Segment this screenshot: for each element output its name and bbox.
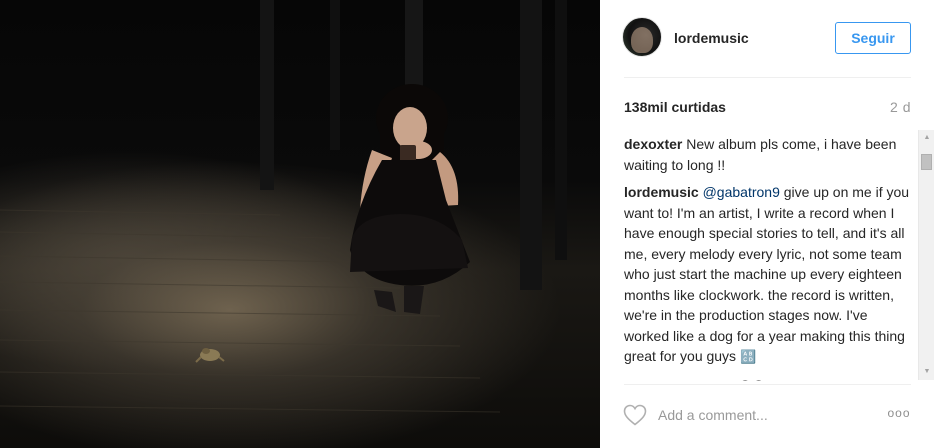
comment-item: lordemusic @gabatron9 give up on me if y… [624, 182, 912, 369]
photo-illustration [0, 0, 567, 413]
comment-username[interactable]: dexoxter [624, 136, 682, 152]
divider [624, 384, 911, 385]
comment-text: give up on me if you want to! I'm an art… [624, 184, 910, 364]
divider [624, 77, 911, 78]
add-comment-input[interactable] [658, 404, 878, 426]
more-options-icon[interactable]: ooo [886, 406, 912, 424]
comments-scrollbar[interactable]: ▲ ▼ [918, 130, 934, 380]
comment-username[interactable]: lordemusic [624, 184, 699, 200]
post-side-panel: lordemusic Seguir 138mil curtidas 2 d de… [600, 0, 935, 448]
likes-count[interactable]: 138mil curtidas [624, 99, 726, 115]
post-photo[interactable] [0, 0, 600, 448]
follow-button[interactable]: Seguir [835, 22, 911, 54]
avatar[interactable] [622, 17, 662, 57]
comment-item: lpaolahernandez 😍😍 [624, 376, 912, 382]
heart-outline-icon[interactable] [623, 404, 647, 426]
post-username[interactable]: lordemusic [674, 30, 749, 46]
post-time[interactable]: 2 d [890, 99, 911, 115]
comment-mention[interactable]: @gabatron9 [703, 184, 780, 200]
comment-item: dexoxter New album pls come, i have been… [624, 134, 912, 175]
comments-list: dexoxter New album pls come, i have been… [624, 128, 912, 381]
comment-emoji: 😍😍 [738, 380, 765, 382]
comment-emoji: 🔠 [739, 350, 757, 365]
comment-username[interactable]: lpaolahernandez [624, 378, 734, 382]
scroll-down-arrow-icon[interactable]: ▼ [919, 364, 935, 380]
scroll-up-arrow-icon[interactable]: ▲ [919, 130, 935, 146]
scrollbar-thumb[interactable] [921, 154, 932, 170]
post-header: lordemusic Seguir [600, 0, 935, 78]
